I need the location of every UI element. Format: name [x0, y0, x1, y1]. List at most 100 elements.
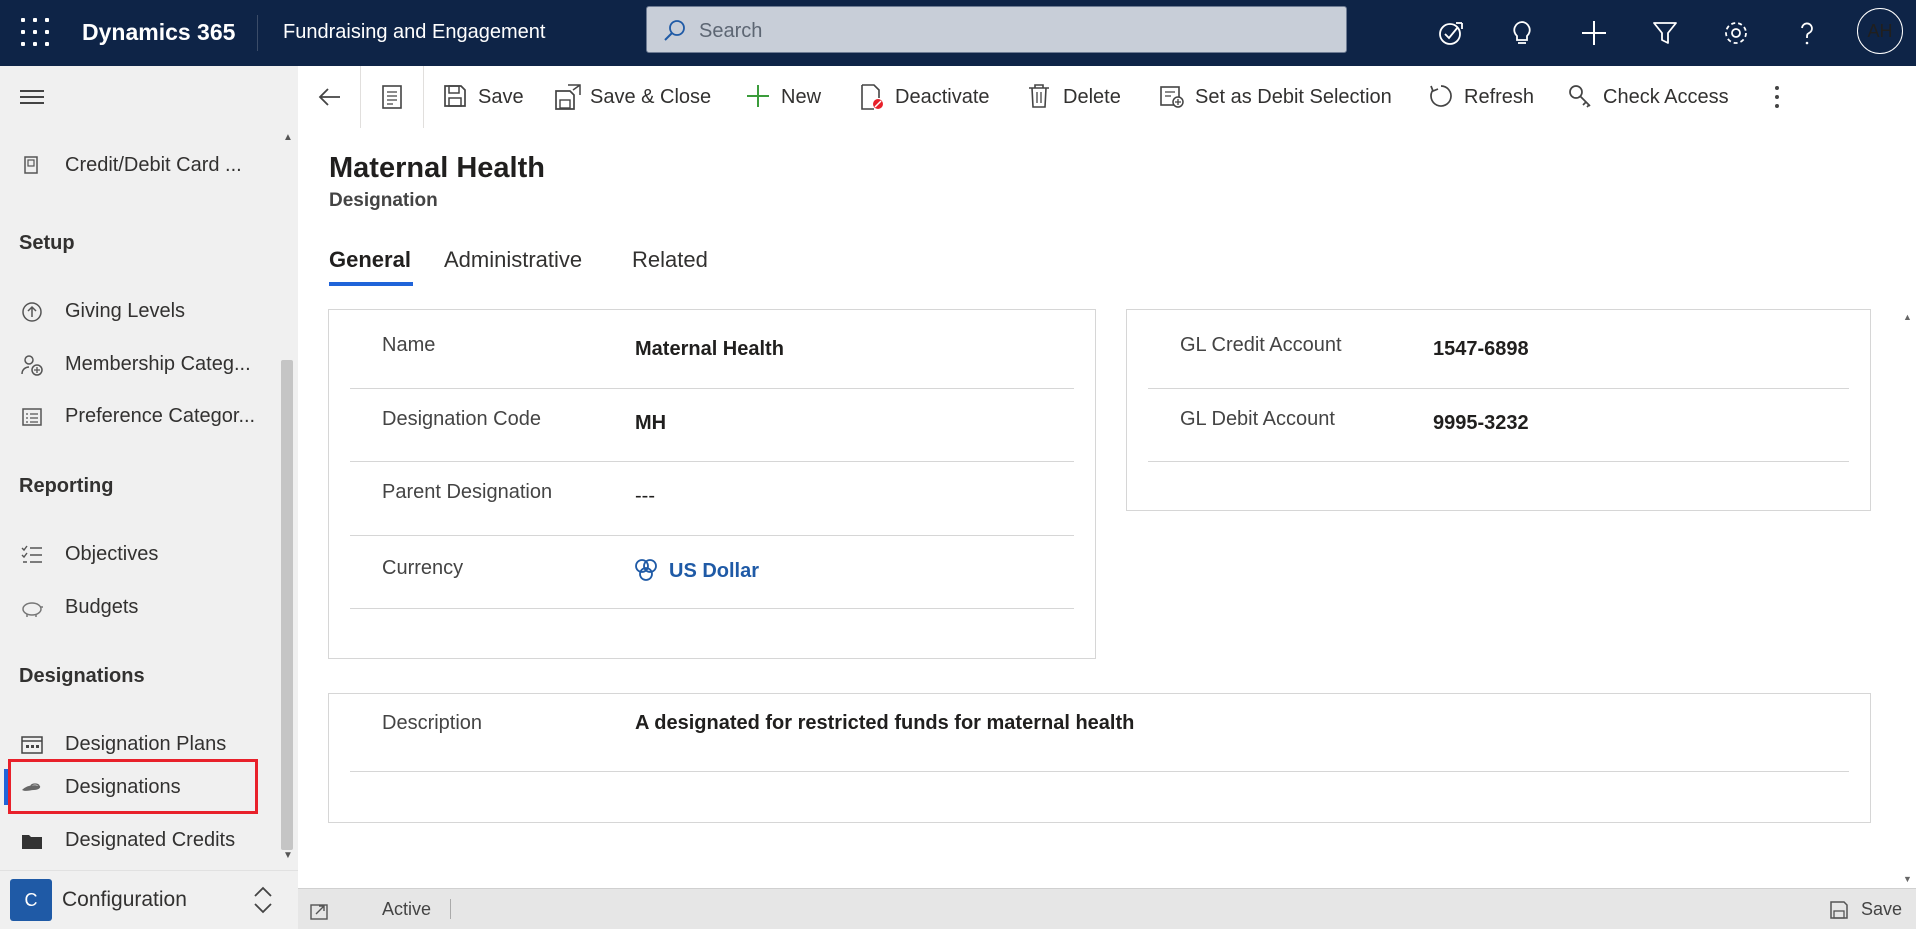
sidebar-item-preference-categories[interactable]: Preference Categor... [0, 391, 280, 441]
field-divider [350, 461, 1074, 462]
app-launcher-waffle-icon[interactable] [18, 15, 52, 49]
sidebar-item-giving-levels[interactable]: Giving Levels [0, 286, 280, 336]
sidebar-item-label: Membership Categ... [65, 353, 251, 375]
checklist-icon [21, 545, 42, 563]
field-value-name[interactable]: Maternal Health [635, 338, 784, 361]
sidebar-item-label: Designation Plans [65, 733, 227, 755]
sidebar-item-label: Objectives [65, 543, 159, 565]
sidebar-item-label: Credit/Debit Card ... [65, 154, 242, 176]
sidebar-item-label: Designated Credits [65, 829, 236, 851]
hamburger-menu-icon[interactable] [20, 90, 44, 106]
highlight-annotation-box [8, 759, 258, 814]
field-value-description[interactable]: A designated for restricted funds for ma… [635, 712, 1134, 735]
tab-general[interactable]: General [329, 247, 411, 273]
field-divider [350, 608, 1074, 609]
save-label: Save [478, 86, 524, 108]
refresh-icon [1430, 85, 1452, 107]
content-scroll-up-icon[interactable]: ▲ [1903, 312, 1912, 322]
new-label: New [781, 86, 822, 108]
field-divider [350, 388, 1074, 389]
list-table-icon [22, 408, 42, 426]
sidebar-item-membership-categories[interactable]: Membership Categ... [0, 339, 280, 389]
plus-icon[interactable] [1573, 12, 1613, 52]
card-document-icon [24, 156, 38, 174]
field-value-parent-designation[interactable]: --- [635, 485, 655, 508]
check-access-label: Check Access [1603, 86, 1729, 108]
header-divider [257, 15, 258, 51]
module-name[interactable]: Fundraising and Engagement [283, 21, 545, 44]
field-label-gl-debit: GL Debit Account [1180, 408, 1335, 430]
group-header-reporting: Reporting [19, 475, 114, 497]
folder-icon [22, 835, 42, 849]
user-avatar[interactable]: AH [1857, 8, 1903, 54]
status-save-button[interactable]: Save [1861, 899, 1902, 920]
app-name[interactable]: Dynamics 365 [82, 19, 235, 46]
sidebar-item-label: Preference Categor... [65, 405, 256, 427]
sidebar-item-objectives[interactable]: Objectives [0, 529, 280, 579]
command-separator [360, 66, 361, 128]
field-label-name: Name [382, 334, 436, 356]
back-arrow-icon[interactable] [318, 85, 342, 109]
group-header-setup: Setup [19, 232, 75, 254]
scroll-down-arrow-icon[interactable]: ▼ [283, 850, 293, 861]
field-label-gl-credit: GL Credit Account [1180, 334, 1342, 356]
sidebar-item-label: Giving Levels [65, 300, 186, 322]
sidebar-item-budgets[interactable]: Budgets [0, 582, 280, 632]
gear-icon[interactable] [1715, 12, 1755, 52]
key-icon [1569, 85, 1591, 108]
sidebar-item-label: Budgets [65, 596, 139, 618]
field-value-gl-credit[interactable]: 1547-6898 [1433, 338, 1529, 361]
tab-administrative[interactable]: Administrative [444, 247, 582, 273]
save-close-label: Save & Close [590, 86, 712, 108]
delete-label: Delete [1063, 86, 1121, 108]
field-value-designation-code[interactable]: MH [635, 412, 666, 435]
filter-icon[interactable] [1644, 12, 1684, 52]
person-add-icon [21, 355, 43, 376]
field-value-currency-link[interactable]: US Dollar [669, 560, 759, 583]
search-input[interactable]: Search [646, 6, 1347, 53]
more-commands-icon[interactable] [1772, 84, 1782, 110]
status-separator [450, 899, 451, 919]
assistant-icon[interactable] [1430, 12, 1470, 52]
trash-icon [1029, 84, 1049, 108]
field-divider [350, 535, 1074, 536]
sidebar-item-designated-credits[interactable]: Designated Credits [0, 815, 280, 865]
open-in-new-window-icon[interactable] [310, 902, 330, 920]
content-scroll-down-icon[interactable]: ▼ [1903, 874, 1912, 884]
form-selector-icon[interactable] [381, 84, 403, 110]
sidebar-scrollbar[interactable] [281, 360, 293, 850]
chevron-up-down-icon[interactable] [252, 885, 274, 915]
calendar-icon [21, 736, 43, 754]
field-value-gl-debit[interactable]: 9995-3232 [1433, 412, 1529, 435]
search-icon [664, 20, 685, 41]
save-close-icon [555, 84, 581, 110]
set-debit-label: Set as Debit Selection [1195, 86, 1392, 108]
search-placeholder: Search [699, 20, 763, 42]
field-label-parent-designation: Parent Designation [382, 481, 553, 503]
status-bar [298, 888, 1916, 929]
area-label[interactable]: Configuration [62, 888, 187, 912]
tab-related[interactable]: Related [632, 247, 708, 273]
group-header-designations: Designations [19, 665, 145, 687]
lightbulb-icon[interactable] [1501, 12, 1541, 52]
refresh-label: Refresh [1464, 86, 1535, 108]
help-icon[interactable] [1786, 12, 1826, 52]
command-separator [423, 66, 424, 128]
record-status: Active [382, 899, 432, 919]
field-label-designation-code: Designation Code [382, 408, 541, 430]
field-label-currency: Currency [382, 557, 464, 579]
field-divider [1148, 388, 1849, 389]
plus-icon [747, 85, 769, 107]
scroll-up-arrow-icon[interactable]: ▲ [283, 132, 293, 143]
deactivate-icon [861, 84, 883, 110]
active-tab-indicator [329, 282, 413, 286]
field-divider [1148, 461, 1849, 462]
set-debit-icon [1160, 86, 1184, 108]
up-arrow-circle-icon [22, 302, 42, 322]
field-divider [350, 771, 1849, 772]
area-badge: C [10, 879, 52, 921]
deactivate-label: Deactivate [895, 86, 990, 108]
sidebar-item-credit-debit-card[interactable]: Credit/Debit Card ... [0, 140, 280, 190]
save-icon[interactable] [1829, 900, 1849, 920]
save-icon [444, 85, 466, 107]
